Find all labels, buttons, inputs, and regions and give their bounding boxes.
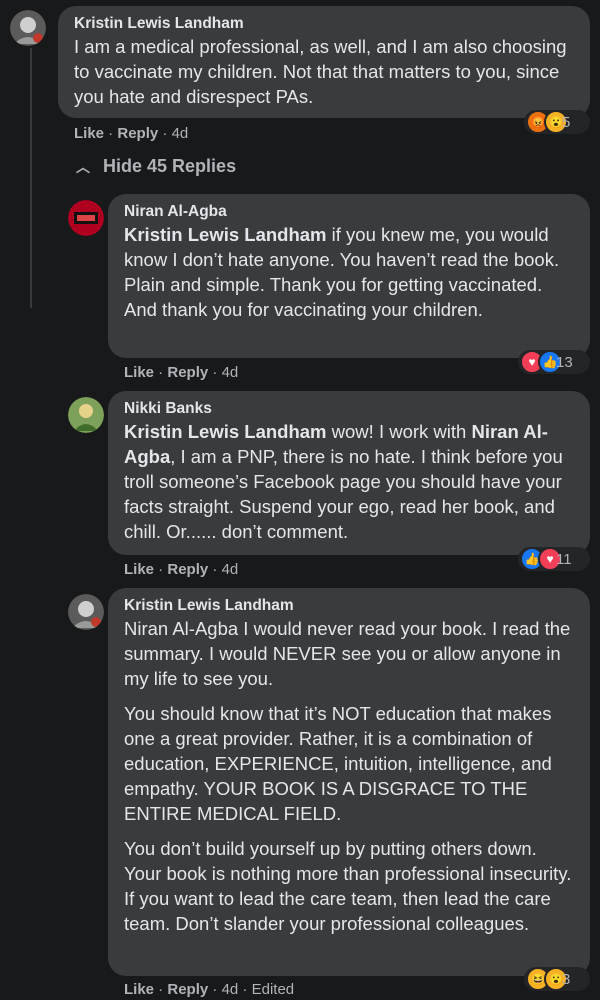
avatar[interactable] (68, 397, 104, 433)
avatar[interactable] (68, 594, 104, 630)
reaction-count: 11 (556, 550, 572, 568)
chevron-up-icon: ︿ (76, 159, 90, 175)
reaction-summary[interactable]: 😆 😮 3 (524, 967, 590, 991)
reply-bubble: Kristin Lewis Landham Niran Al-Agba I wo… (108, 588, 590, 976)
reaction-count: 3 (562, 970, 571, 988)
reply-link[interactable]: Reply (167, 364, 208, 381)
mention-link[interactable]: Kristin Lewis Landham (124, 421, 327, 442)
reaction-summary[interactable]: ♥ 👍 13 (518, 350, 590, 374)
reply-link[interactable]: Reply (167, 981, 208, 998)
reply-author[interactable]: Kristin Lewis Landham (124, 596, 578, 616)
reply-text: Kristin Lewis Landham if you knew me, yo… (124, 224, 560, 320)
like-link[interactable]: Like (74, 125, 104, 142)
reply-author[interactable]: Niran Al-Agba (124, 202, 578, 222)
reply-actions: Like · Reply · 4d (124, 561, 239, 578)
like-link[interactable]: Like (124, 981, 154, 998)
comment-bubble: Kristin Lewis Landham I am a medical pro… (58, 6, 590, 118)
reply-author[interactable]: Nikki Banks (124, 399, 578, 419)
reaction-summary[interactable]: 😡 😮 5 (524, 110, 590, 134)
reply-actions: Like · Reply · 4d · Edited (124, 981, 295, 998)
reaction-summary[interactable]: 👍 ♥ 11 (518, 547, 590, 571)
timestamp[interactable]: 4d (222, 981, 239, 998)
hide-replies-label: Hide 45 Replies (103, 156, 237, 176)
comment-text: I am a medical professional, as well, an… (74, 36, 567, 107)
reply-paragraph: You should know that it’s NOT education … (124, 703, 552, 824)
reply-bubble: Nikki Banks Kristin Lewis Landham wow! I… (108, 391, 590, 555)
reply-text: Niran Al-Agba I would never read your bo… (124, 616, 578, 936)
reaction-count: 13 (556, 353, 573, 371)
avatar[interactable] (10, 10, 46, 46)
reaction-count: 5 (562, 113, 571, 131)
timestamp[interactable]: 4d (172, 125, 189, 142)
reply-bubble: Niran Al-Agba Kristin Lewis Landham if y… (108, 194, 590, 358)
comment-actions: Like · Reply · 4d (74, 125, 189, 142)
comment-author[interactable]: Kristin Lewis Landham (74, 14, 578, 34)
reply-text: Kristin Lewis Landham wow! I work with N… (124, 421, 563, 542)
thread-line (30, 48, 32, 308)
hide-replies-button[interactable]: ︿ Hide 45 Replies (76, 154, 236, 179)
like-link[interactable]: Like (124, 364, 154, 381)
reply-link[interactable]: Reply (117, 125, 158, 142)
reply-paragraph: You don’t build yourself up by putting o… (124, 838, 572, 934)
reply-paragraph: Niran Al-Agba I would never read your bo… (124, 618, 571, 689)
timestamp[interactable]: 4d (222, 364, 239, 381)
avatar[interactable] (68, 200, 104, 236)
like-link[interactable]: Like (124, 561, 154, 578)
mention-link[interactable]: Kristin Lewis Landham (124, 224, 327, 245)
reply-link[interactable]: Reply (167, 561, 208, 578)
timestamp[interactable]: 4d (222, 561, 239, 578)
edited-label: Edited (251, 981, 295, 998)
reply-actions: Like · Reply · 4d (124, 364, 239, 381)
